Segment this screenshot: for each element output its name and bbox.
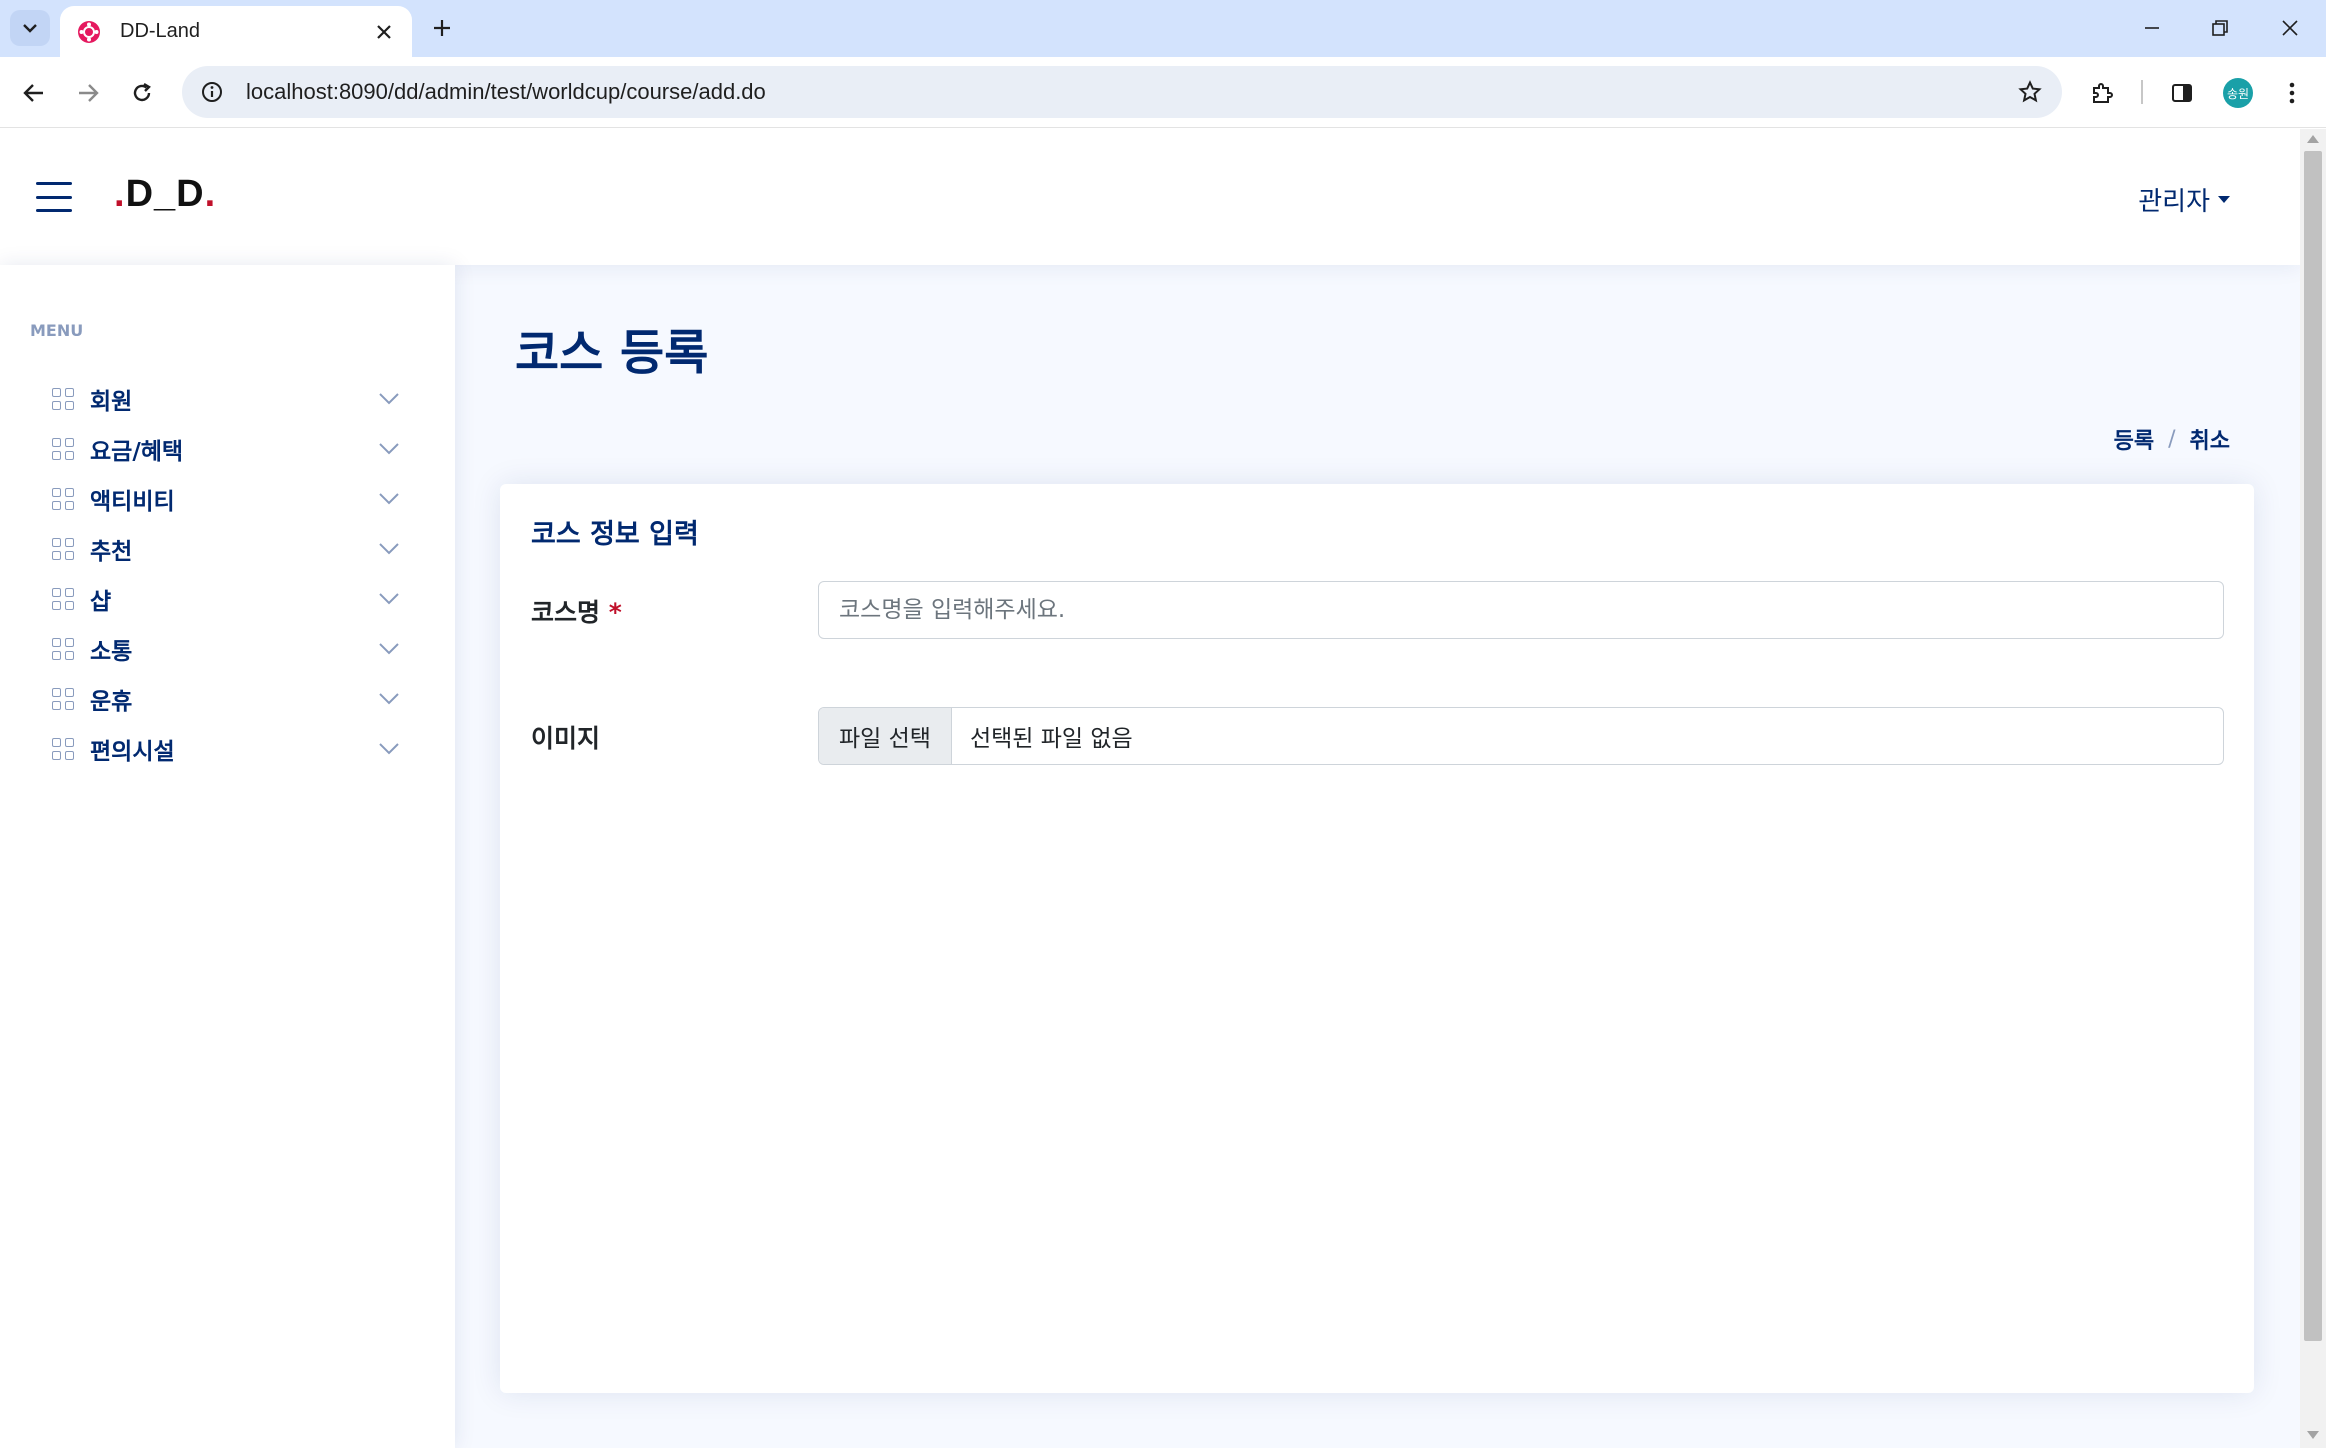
required-mark: *	[608, 598, 622, 627]
image-file-input[interactable]: 파일 선택 선택된 파일 없음	[818, 707, 2224, 765]
grid-icon	[52, 488, 74, 510]
site-header: .D_D. 관리자	[0, 129, 2300, 265]
admin-label: 관리자	[2138, 187, 2210, 217]
url-text[interactable]: localhost:8090/dd/admin/test/worldcup/co…	[246, 79, 2014, 105]
browser-toolbar: localhost:8090/dd/admin/test/worldcup/co…	[0, 57, 2326, 128]
chevron-down-icon	[378, 388, 400, 410]
course-form-card: 코스 정보 입력 코스명 * 이미지 파일 선택 선택된 파일 없음	[500, 484, 2254, 1393]
side-panel-icon	[2172, 84, 2192, 102]
sidebar-item-facilities[interactable]: 편의시설	[30, 719, 410, 779]
scroll-down-arrow-icon[interactable]	[2307, 1431, 2319, 1439]
sidebar-item-label: 소통	[90, 639, 133, 665]
admin-dropdown[interactable]: 관리자	[2138, 181, 2230, 218]
profile-button[interactable]: 송원	[2218, 73, 2258, 113]
tab-search-button[interactable]	[10, 10, 50, 46]
sidebar-item-label: 추천	[90, 539, 133, 565]
chevron-down-icon	[378, 488, 400, 510]
chevron-down-icon	[378, 638, 400, 660]
grid-icon	[52, 738, 74, 760]
browser-tab[interactable]: DD-Land	[60, 6, 412, 57]
course-name-input[interactable]	[818, 581, 2224, 639]
close-icon	[2282, 20, 2298, 36]
new-tab-button[interactable]	[426, 12, 458, 44]
toolbar-divider	[2141, 80, 2143, 104]
puzzle-icon	[2093, 83, 2113, 103]
grid-icon	[52, 438, 74, 460]
arrow-left-icon	[23, 84, 43, 102]
grid-icon	[52, 638, 74, 660]
tab-close-icon[interactable]	[372, 20, 396, 44]
flower-favicon-icon	[76, 19, 102, 45]
site-logo[interactable]: .D_D.	[114, 173, 216, 216]
reload-icon	[133, 82, 151, 102]
minimize-button[interactable]	[2128, 8, 2176, 48]
register-link[interactable]: 등록	[2114, 423, 2154, 455]
grid-icon	[52, 688, 74, 710]
file-status-text: 선택된 파일 없음	[969, 726, 1133, 752]
sidebar-item-label: 회원	[90, 389, 133, 415]
restore-button[interactable]	[2196, 8, 2244, 48]
reload-button[interactable]	[122, 73, 162, 113]
side-panel-button[interactable]	[2162, 73, 2202, 113]
page-scrollbar[interactable]	[2300, 129, 2326, 1448]
minimize-icon	[2145, 27, 2159, 29]
sidebar-item-label: 편의시설	[90, 739, 175, 765]
link-separator: /	[2168, 426, 2176, 452]
sidebar-item-label: 샵	[90, 589, 112, 615]
sidebar-item-label: 액티비티	[90, 489, 175, 515]
cancel-link[interactable]: 취소	[2190, 423, 2230, 455]
close-window-button[interactable]	[2266, 8, 2314, 48]
image-label: 이미지	[531, 724, 601, 753]
more-vertical-icon	[2289, 82, 2295, 104]
address-bar[interactable]: localhost:8090/dd/admin/test/worldcup/co…	[182, 66, 2062, 118]
chevron-down-icon	[378, 688, 400, 710]
back-button[interactable]	[14, 73, 54, 113]
scroll-up-arrow-icon[interactable]	[2307, 135, 2319, 143]
scroll-thumb[interactable]	[2304, 151, 2322, 1341]
chevron-down-icon	[378, 738, 400, 760]
chevron-down-icon	[23, 24, 37, 33]
main-content: 코스 등록 등록 / 취소 코스 정보 입력 코스명 * 이미지 파일 선택 선…	[455, 265, 2300, 1448]
bookmark-star-icon[interactable]	[2014, 76, 2046, 108]
profile-avatar: 송원	[2223, 78, 2253, 108]
choose-file-button[interactable]: 파일 선택	[819, 708, 952, 764]
plus-icon	[434, 20, 450, 36]
card-title: 코스 정보 입력	[531, 519, 699, 550]
sidebar: MENU 회원 요금/혜택 액티비티 추천 샵 소통 운휴 편의시설	[0, 265, 455, 1448]
grid-icon	[52, 538, 74, 560]
forward-button[interactable]	[68, 73, 108, 113]
tab-title: DD-Land	[120, 20, 201, 42]
browser-tabbar: DD-Land	[0, 0, 2326, 57]
site-info-icon[interactable]	[198, 78, 226, 106]
action-links: 등록 / 취소	[2114, 423, 2230, 455]
restore-icon	[2212, 20, 2228, 36]
chevron-down-icon	[378, 538, 400, 560]
page-viewport: .D_D. 관리자 MENU 회원 요금/혜택 액티비티 추천 샵 소통 운휴 …	[0, 129, 2300, 1448]
grid-icon	[52, 588, 74, 610]
caret-down-icon	[2218, 196, 2230, 203]
arrow-right-icon	[79, 84, 99, 102]
sidebar-item-label: 운휴	[90, 689, 133, 715]
sidebar-heading: MENU	[30, 321, 84, 340]
chevron-down-icon	[378, 588, 400, 610]
menu-toggle-icon[interactable]	[36, 182, 72, 212]
course-name-label: 코스명 *	[531, 598, 622, 627]
extensions-button[interactable]	[2082, 73, 2122, 113]
grid-icon	[52, 388, 74, 410]
sidebar-item-label: 요금/혜택	[90, 439, 184, 465]
browser-menu-button[interactable]	[2272, 73, 2312, 113]
page-title: 코스 등록	[515, 325, 709, 381]
chevron-down-icon	[378, 438, 400, 460]
